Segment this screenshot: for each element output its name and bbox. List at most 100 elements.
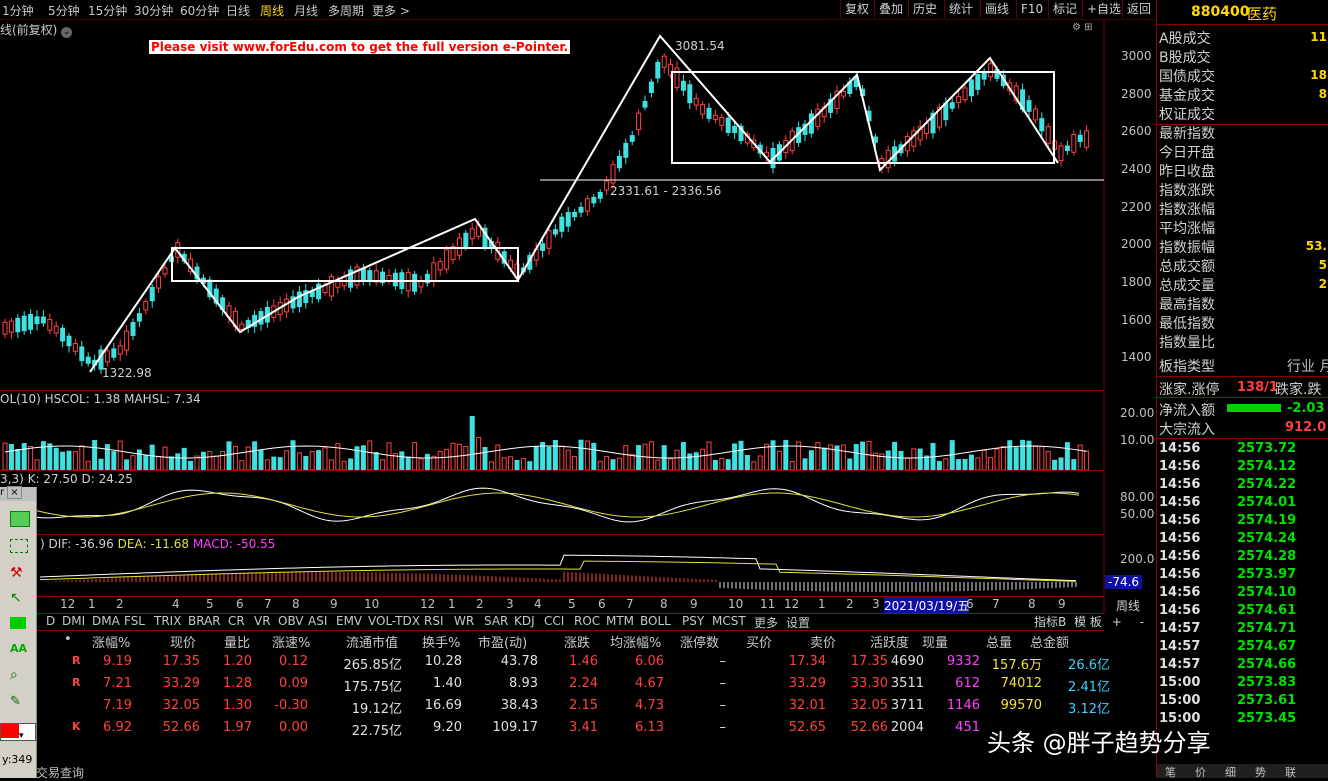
fill-icon[interactable] [10,617,26,629]
stat-value: 11 [1310,30,1327,44]
add-watchlist-button[interactable]: +自选 [1082,0,1125,18]
column-header[interactable]: 量比 [224,632,250,651]
restore-rights-button[interactable]: 复权 [840,0,873,18]
panel-divider[interactable] [0,390,1104,391]
table-row[interactable]: R 7.21 33.29 1.28 0.09 175.75亿 1.40 8.93 2.24 4.6… [36,676,1140,696]
block-inflow-value: 912.0 [1285,420,1327,435]
tf-1min[interactable]: 1分钟 [2,2,34,19]
indicator-tab-更多[interactable]: 更多 [754,614,778,630]
draw-line-button[interactable]: 画线 [980,0,1013,18]
stats-button[interactable]: 统计 [944,0,977,18]
indicator-tab-设置[interactable]: 设置 [786,614,810,630]
chart-icon[interactable] [10,511,30,527]
tick-price: 2574.61 [1237,603,1297,618]
indicator-tab-d[interactable]: D [46,614,55,628]
indicator-tab-vr[interactable]: VR [254,614,271,628]
time-tick: 1 [88,597,96,611]
tf-monthly[interactable]: 月线 [294,2,318,19]
tf-30min[interactable]: 30分钟 [134,2,173,19]
column-header[interactable]: 现价 [170,632,196,651]
table-row[interactable]: K 6.92 52.66 1.97 0.00 22.75亿 9.20 109.17 3.41 6.… [36,720,1140,740]
indicator-tab-cci[interactable]: CCI [544,614,564,628]
zoom-out-button[interactable]: - [1140,615,1144,629]
tf-multi[interactable]: 多周期 [328,2,364,19]
indicator-tab-trix[interactable]: TRIX [154,614,181,628]
column-header[interactable]: 卖价 [810,632,836,651]
close-icon[interactable]: × [7,486,22,499]
indicator-tab-mcst[interactable]: MCST [712,614,746,628]
volume-bar [104,444,110,471]
cell-amt: 2.41亿 [1068,680,1110,695]
indicator-tab-sar[interactable]: SAR [484,614,508,628]
tick-price: 2574.22 [1237,477,1297,492]
time-tick: 2 [116,597,124,611]
tf-15min[interactable]: 15分钟 [88,2,127,19]
back-button[interactable]: 返回 [1122,0,1155,18]
zoom-in-button[interactable]: + [1112,615,1122,629]
table-row[interactable]: 7.19 32.05 1.30 -0.30 19.12亿 16.69 38.43 2.15 4.… [36,698,1140,718]
line-tool-icon[interactable]: ↖ [10,590,22,606]
indicator-tab-psy[interactable]: PSY [682,614,704,628]
indicator-tab-dmi[interactable]: DMI [62,614,85,628]
panel-divider[interactable] [0,534,1104,535]
tf-60min[interactable]: 60分钟 [180,2,219,19]
indicator-tab-mtm[interactable]: MTM [606,614,634,628]
volume-bar [200,451,206,471]
indicator-tab-boll[interactable]: BOLL [640,614,671,628]
candle [444,245,450,274]
overlay-button[interactable]: 叠加 [874,0,907,18]
time-tick: 11 [760,597,776,611]
history-button[interactable]: 历史 [908,0,941,18]
mark-button[interactable]: 标记 [1048,0,1081,18]
indicator-tab-roc[interactable]: ROC [574,614,600,628]
column-header[interactable]: 总量 [986,632,1012,651]
color-picker[interactable]: ▾ [0,723,36,741]
indicator-b-button[interactable]: 指标B [1034,615,1066,629]
column-header[interactable]: 涨跌 [564,632,590,651]
column-header[interactable]: 换手% [422,632,460,651]
indicator-tab-wr[interactable]: WR [454,614,474,628]
cell-diff: 2.15 [569,698,598,713]
select-rect-icon[interactable] [10,539,28,553]
column-header[interactable]: 涨幅% [92,632,130,651]
volume-bar [533,446,539,471]
column-header[interactable]: 涨停数 [680,632,719,651]
indicator-tab-rsi[interactable]: RSI [424,614,444,628]
f10-button[interactable]: F10 [1016,0,1047,18]
indicator-tab-vol-tdx[interactable]: VOL-TDX [368,614,420,628]
tf-daily[interactable]: 日线 [226,2,250,19]
tf-weekly[interactable]: 周线 [260,2,284,19]
trade-query-link[interactable]: 交易查询 [36,764,84,781]
column-header[interactable]: • [64,632,72,647]
stat-label: 指数涨跌 [1159,183,1215,199]
chart-canvas[interactable] [0,19,1156,613]
column-header[interactable]: 流通市值 [346,632,398,651]
indicator-tab-kdj[interactable]: KDJ [514,614,535,628]
column-header[interactable]: 总金额 [1030,632,1069,651]
search-icon[interactable]: ⌕ [10,667,18,683]
template-button[interactable]: 模 板 [1074,615,1102,629]
column-header[interactable]: 活跃度 [870,632,909,651]
eraser-icon[interactable]: ✎ [10,694,21,709]
indicator-tab-asi[interactable]: ASI [308,614,327,628]
volume-bar [207,451,213,471]
magnet-icon[interactable]: ⚒ [10,565,24,581]
indicator-tab-brar[interactable]: BRAR [188,614,221,628]
column-header[interactable]: 涨速% [272,632,310,651]
indicator-tab-cr[interactable]: CR [228,614,245,628]
panel-divider[interactable] [0,470,1104,471]
text-tool-icon[interactable]: AA [10,642,27,655]
column-header[interactable]: 市盈(动) [478,632,527,651]
tf-more[interactable]: 更多 > [372,2,410,19]
table-row[interactable]: R 9.19 17.35 1.20 0.12 265.85亿 10.28 43.78 1.46 6… [36,654,1140,674]
tick-time: 14:57 [1159,621,1201,636]
indicator-tab-fsl[interactable]: FSL [124,614,145,628]
indicator-tab-emv[interactable]: EMV [336,614,362,628]
column-header[interactable]: 买价 [746,632,772,651]
column-header[interactable]: 现量 [922,632,948,651]
volume-bar [28,446,34,471]
indicator-tab-obv[interactable]: OBV [278,614,304,628]
indicator-tab-dma[interactable]: DMA [92,614,120,628]
column-header[interactable]: 均涨幅% [610,632,661,651]
tf-5min[interactable]: 5分钟 [48,2,80,19]
